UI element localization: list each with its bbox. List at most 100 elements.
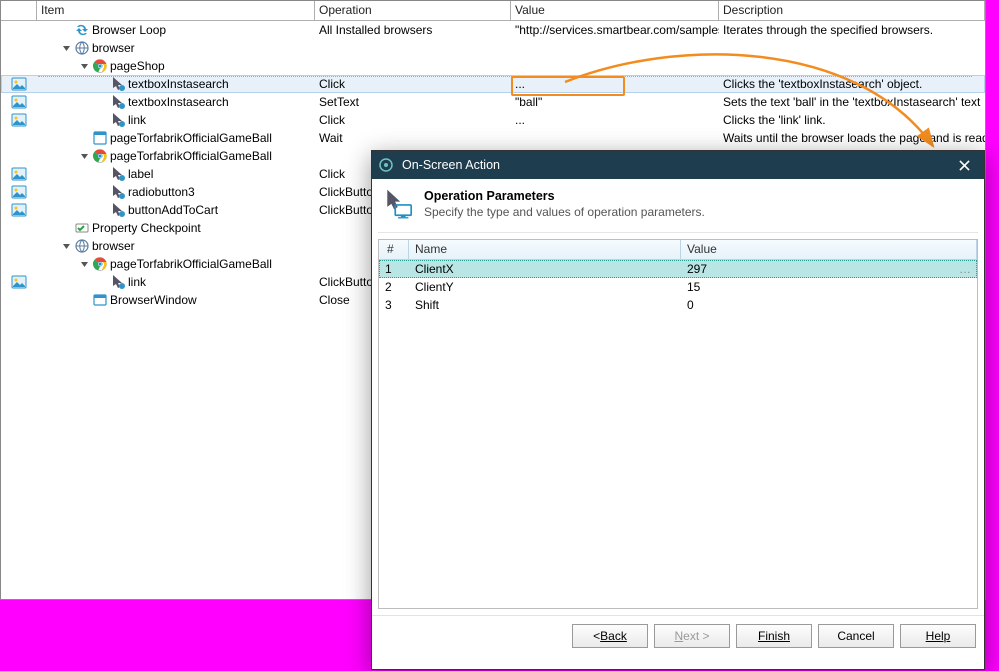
item-cell[interactable]: buttonAddToCart — [37, 202, 315, 218]
item-cell[interactable]: browser — [37, 40, 315, 56]
screenshot-icon — [11, 274, 27, 290]
globe-icon — [74, 40, 90, 56]
item-cell[interactable]: pageTorfabrikOfficialGameBall — [37, 148, 315, 164]
item-cell[interactable]: link — [37, 274, 315, 290]
grid-row[interactable]: pageShop — [1, 57, 985, 75]
item-label: radiobutton3 — [128, 185, 195, 199]
item-label: label — [128, 167, 153, 181]
item-cell[interactable]: pageShop — [37, 58, 315, 74]
back-button[interactable]: < Back — [572, 624, 648, 648]
item-cell[interactable]: textboxInstasearch — [37, 76, 315, 92]
item-label: pageTorfabrikOfficialGameBall — [110, 131, 272, 145]
tree-toggle — [97, 205, 108, 216]
grid-row[interactable]: textboxInstasearchSetText"ball"Sets the … — [1, 93, 985, 111]
ellipsis-button[interactable]: … — [947, 262, 971, 276]
operation-cell[interactable]: SetText — [315, 95, 511, 109]
item-cell[interactable]: Property Checkpoint — [37, 220, 315, 236]
description-cell: Clicks the 'textboxInstasearch' object. — [719, 77, 985, 91]
item-label: textboxInstasearch — [128, 77, 229, 91]
tree-toggle[interactable] — [79, 259, 90, 270]
operation-cell[interactable]: All Installed browsers — [315, 23, 511, 37]
item-cell[interactable]: pageTorfabrikOfficialGameBall — [37, 256, 315, 272]
cancel-button[interactable]: Cancel — [818, 624, 894, 648]
tree-toggle — [97, 169, 108, 180]
cursor-monitor-icon — [384, 189, 414, 222]
item-label: Property Checkpoint — [92, 221, 201, 235]
grid-row[interactable]: textboxInstasearchClick...Clicks the 'te… — [1, 75, 985, 93]
tree-toggle[interactable] — [61, 43, 72, 54]
grid-row[interactable]: pageTorfabrikOfficialGameBall Wait Waits u… — [1, 129, 985, 147]
param-header-name[interactable]: Name — [409, 240, 681, 259]
header-gutter — [1, 1, 37, 20]
tree-toggle[interactable] — [61, 241, 72, 252]
operation-cell[interactable]: Click — [315, 77, 511, 91]
item-cell[interactable]: Browser Loop — [37, 22, 315, 38]
operation-cell[interactable]: Click — [315, 113, 511, 127]
parameters-table: # Name Value 1ClientX297…2ClientY153Shif… — [378, 239, 978, 609]
item-cell[interactable]: radiobutton3 — [37, 184, 315, 200]
tree-toggle[interactable] — [79, 61, 90, 72]
item-cell[interactable]: link — [37, 112, 315, 128]
header-item[interactable]: Item — [37, 1, 315, 20]
param-value[interactable]: 15 — [681, 279, 977, 295]
param-value[interactable]: 0 — [681, 297, 977, 313]
help-button[interactable]: Help — [900, 624, 976, 648]
param-index: 2 — [379, 279, 409, 295]
grid-row[interactable]: linkClick...Clicks the 'link' link. — [1, 111, 985, 129]
tree-toggle — [61, 223, 72, 234]
value-cell[interactable]: ... — [511, 113, 719, 127]
item-cell[interactable]: browser — [37, 238, 315, 254]
item-cell[interactable]: pageTorfabrikOfficialGameBall — [37, 130, 315, 146]
row-gutter — [1, 274, 37, 290]
item-cell[interactable]: BrowserWindow — [37, 292, 315, 308]
action-icon — [110, 94, 126, 110]
grid-row[interactable]: browser — [1, 39, 985, 57]
item-label: browser — [92, 239, 135, 253]
operation-cell[interactable]: Wait — [315, 131, 511, 145]
row-gutter — [1, 202, 37, 218]
item-label: pageTorfabrikOfficialGameBall — [110, 257, 272, 271]
param-row[interactable]: 1ClientX297… — [379, 260, 977, 278]
screenshot-icon — [11, 76, 27, 92]
item-cell[interactable]: label — [37, 166, 315, 182]
action-icon — [110, 112, 126, 128]
param-header-value[interactable]: Value — [681, 240, 977, 259]
grid-row[interactable]: Browser LoopAll Installed browsers"http:… — [1, 21, 985, 39]
tree-toggle[interactable] — [79, 151, 90, 162]
header-value[interactable]: Value — [511, 1, 719, 20]
on-screen-action-dialog: On-Screen Action Operation Parameters Sp… — [371, 150, 985, 670]
header-operation[interactable]: Operation — [315, 1, 511, 20]
dialog-titlebar[interactable]: On-Screen Action — [372, 151, 984, 179]
param-header-row: # Name Value — [379, 240, 977, 260]
tree-toggle — [97, 97, 108, 108]
description-cell: Waits until the browser loads the page a… — [719, 131, 985, 145]
finish-button[interactable]: Finish — [736, 624, 812, 648]
item-label: pageTorfabrikOfficialGameBall — [110, 149, 272, 163]
item-cell[interactable]: textboxInstasearch — [37, 94, 315, 110]
param-row[interactable]: 2ClientY15 — [379, 278, 977, 296]
description-cell: Iterates through the specified browsers. — [719, 23, 985, 37]
screenshot-icon — [11, 166, 27, 182]
dialog-title: On-Screen Action — [402, 158, 942, 172]
row-gutter — [1, 166, 37, 182]
item-label: link — [128, 275, 146, 289]
value-cell[interactable]: "http://services.smartbear.com/samples/ — [511, 23, 719, 37]
param-name: Shift — [409, 297, 681, 313]
page-icon — [92, 130, 108, 146]
value-cell[interactable]: "ball" — [511, 95, 719, 109]
param-index: 3 — [379, 297, 409, 313]
header-description[interactable]: Description — [719, 1, 985, 20]
chrome-icon — [92, 256, 108, 272]
dialog-close-button[interactable] — [950, 151, 978, 179]
screenshot-icon — [11, 112, 27, 128]
row-gutter — [1, 184, 37, 200]
tree-toggle — [61, 25, 72, 36]
param-value[interactable]: 297… — [681, 261, 977, 277]
param-header-index[interactable]: # — [379, 240, 409, 259]
item-label: textboxInstasearch — [128, 95, 229, 109]
screenshot-icon — [11, 94, 27, 110]
dialog-app-icon — [378, 157, 394, 173]
dialog-separator — [378, 232, 978, 233]
param-row[interactable]: 3Shift0 — [379, 296, 977, 314]
item-label: link — [128, 113, 146, 127]
